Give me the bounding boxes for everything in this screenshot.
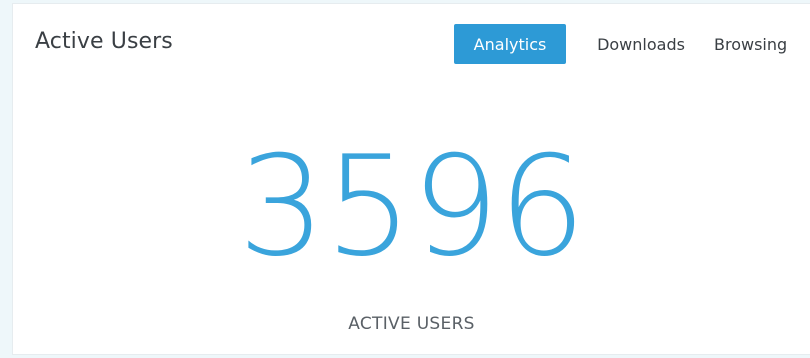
- active-users-label: ACTIVE USERS: [348, 314, 475, 334]
- card-header: Active Users Analytics Downloads Browsin…: [13, 4, 810, 84]
- tab-downloads[interactable]: Downloads: [582, 24, 700, 64]
- card-title: Active Users: [35, 29, 173, 54]
- active-users-count: 3596: [237, 126, 586, 287]
- tab-browsing[interactable]: Browsing: [710, 24, 810, 64]
- active-users-card: Active Users Analytics Downloads Browsin…: [12, 3, 810, 355]
- tab-analytics[interactable]: Analytics: [454, 24, 566, 64]
- tab-bar: Analytics Downloads Browsing: [454, 24, 810, 64]
